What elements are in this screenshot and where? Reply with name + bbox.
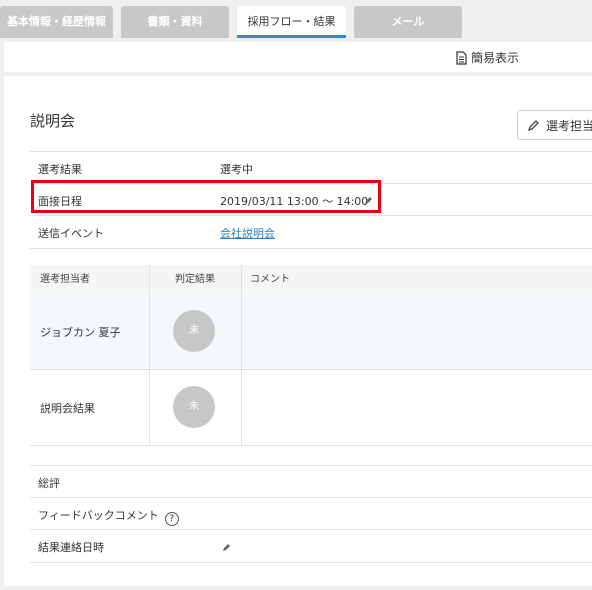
edit-contact-date-pencil-icon[interactable] — [222, 542, 232, 552]
section-title: 説明会 — [30, 112, 76, 130]
simple-view-label: 簡易表示 — [471, 51, 520, 65]
tab-mail[interactable]: メール — [354, 6, 462, 38]
header-assignee: 選考担当者 — [30, 265, 159, 294]
assignee-name: 説明会結果 — [40, 402, 95, 415]
judgement-status-badge[interactable]: 未 — [173, 386, 215, 428]
simple-view-link[interactable]: 簡易表示 — [456, 49, 519, 66]
contact-date-row: 結果連絡日時 — [30, 529, 592, 563]
assignee-name: ジョブカン 夏子 — [40, 326, 121, 339]
pencil-icon — [527, 120, 539, 132]
feedback-label-text: フィードバックコメント — [38, 509, 159, 522]
event-link[interactable]: 会社説明会 — [220, 225, 275, 241]
contact-date-label: 結果連絡日時 — [38, 541, 104, 554]
assign-button-label: 選考担当 — [546, 119, 592, 133]
table-row: ジョブカン 夏子 未 — [30, 294, 592, 370]
column-divider — [149, 265, 150, 445]
event-row: 送信イベント 会社説明会 — [30, 215, 592, 249]
tab-documents[interactable]: 書類・資料 — [121, 6, 229, 38]
result-label: 選考結果 — [38, 163, 82, 176]
tab-basic-info[interactable]: 基本情報・経歴情報 — [0, 6, 113, 38]
event-label: 送信イベント — [38, 227, 104, 240]
feedback-label: フィードバックコメント? — [38, 507, 179, 526]
tab-recruit-flow[interactable]: 採用フロー・結果 — [237, 6, 346, 38]
tab-bar: 基本情報・経歴情報 書類・資料 採用フロー・結果 メール — [0, 0, 592, 42]
help-icon[interactable]: ? — [164, 512, 179, 526]
assign-reviewer-button[interactable]: 選考担当 — [517, 110, 592, 140]
table-row: 説明会結果 未 — [30, 370, 592, 446]
header-comment: コメント — [241, 265, 592, 294]
result-panel: 説明会 選考担当 選考結果 選考中 面接日程 2019/03/11 13:00 … — [4, 76, 592, 586]
schedule-highlight-box — [31, 180, 381, 213]
overall-row: 総評 — [30, 465, 592, 498]
result-value: 選考中 — [220, 163, 253, 176]
sub-toolbar: 簡易表示 — [4, 42, 592, 72]
judgement-status-badge[interactable]: 未 — [173, 310, 215, 352]
feedback-row: フィードバックコメント? — [30, 497, 592, 530]
overall-label: 総評 — [38, 477, 60, 490]
document-icon — [456, 51, 467, 65]
header-judgement: 判定結果 — [149, 265, 241, 294]
column-divider — [241, 265, 242, 445]
